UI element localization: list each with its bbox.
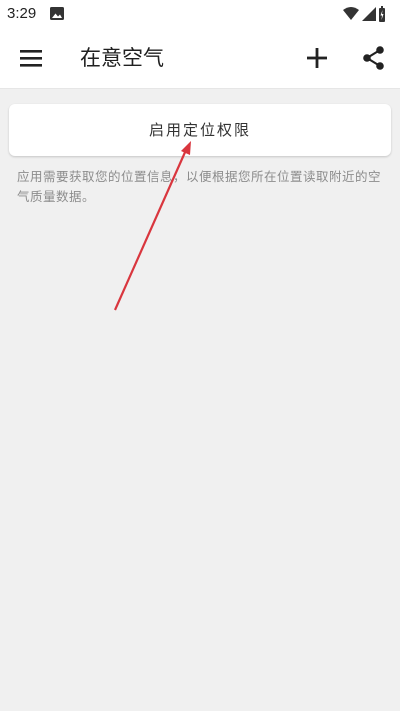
app-bar: 在意空气 bbox=[0, 28, 400, 89]
permission-note: 应用需要获取您的位置信息，以便根据您所在位置读取附近的空气质量数据。 bbox=[17, 169, 382, 204]
app-title: 在意空气 bbox=[80, 46, 164, 70]
signal-icon bbox=[362, 7, 376, 21]
enable-location-button[interactable]: 启用定位权限 bbox=[9, 104, 391, 156]
wifi-icon bbox=[343, 7, 359, 20]
menu-button[interactable] bbox=[14, 41, 48, 75]
battery-charging-icon bbox=[379, 6, 385, 22]
add-button[interactable] bbox=[300, 41, 334, 75]
add-icon bbox=[307, 48, 327, 68]
share-icon bbox=[363, 46, 384, 70]
gallery-icon bbox=[50, 7, 64, 20]
menu-icon bbox=[20, 50, 42, 67]
status-time: 3:29 bbox=[7, 5, 37, 22]
main-content: 启用定位权限 应用需要获取您的位置信息，以便根据您所在位置读取附近的空气质量数据… bbox=[0, 89, 400, 711]
status-right-icons bbox=[343, 6, 385, 22]
share-button[interactable] bbox=[356, 41, 390, 75]
status-bar: 3:29 bbox=[0, 0, 400, 28]
